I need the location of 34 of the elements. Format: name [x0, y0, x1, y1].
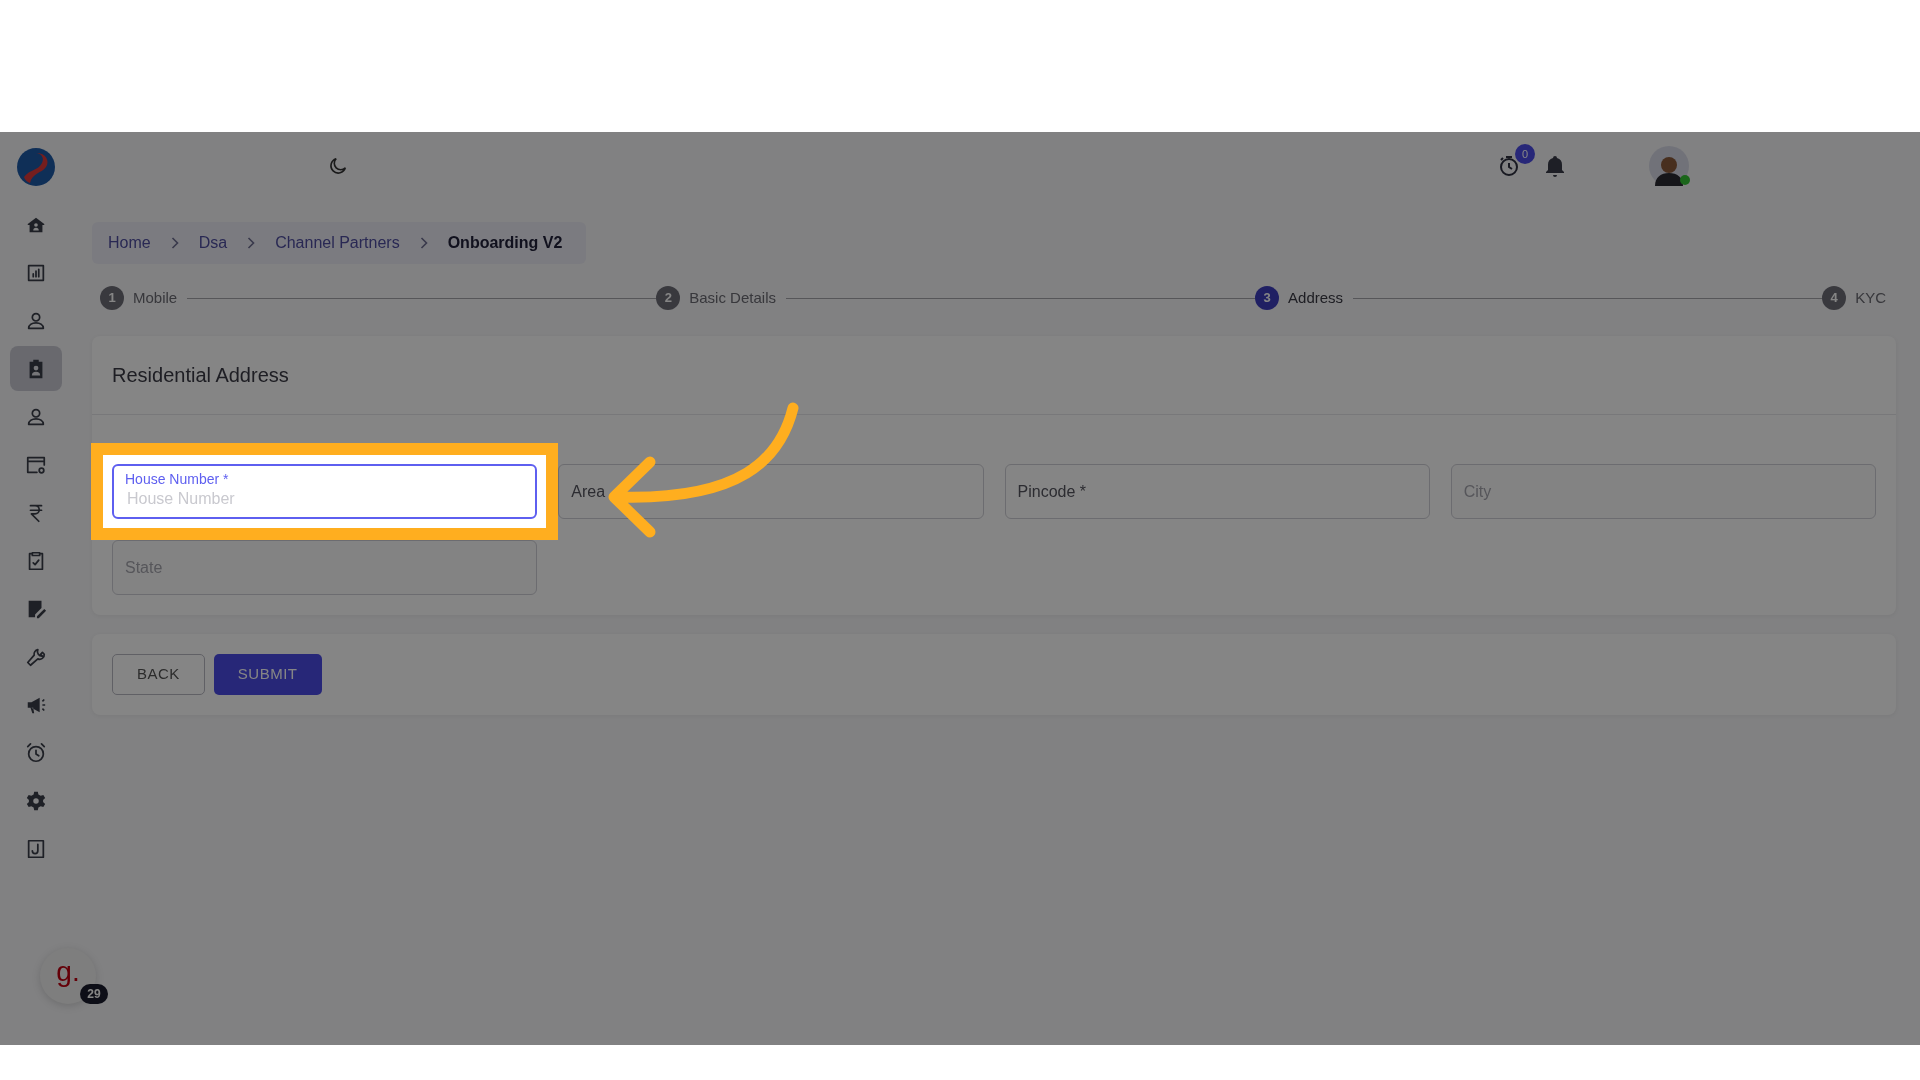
user-silhouette-icon: [1654, 154, 1684, 186]
stopwatch-icon: [1497, 154, 1521, 178]
moon-icon[interactable]: [327, 155, 349, 177]
step-label: KYC: [1855, 287, 1886, 308]
back-button[interactable]: BACK: [112, 654, 205, 695]
step-label: Mobile: [133, 287, 178, 308]
timer-button[interactable]: [1497, 154, 1521, 178]
breadcrumb-link[interactable]: Home: [108, 231, 151, 255]
step-number: 4: [1822, 286, 1847, 310]
gear-icon: [25, 789, 47, 812]
section-title: Residential Address: [112, 363, 289, 387]
step-number: 3: [1255, 286, 1280, 310]
field-label: Pincode *: [1017, 482, 1086, 502]
alarm-clock-icon: [25, 741, 47, 764]
chevron-right-icon: [247, 237, 256, 249]
field-label: House Number *: [125, 470, 229, 489]
submit-button[interactable]: SUBMIT: [213, 654, 322, 695]
count-badge: 29: [80, 984, 108, 1004]
breadcrumb-link[interactable]: Dsa: [198, 231, 228, 255]
sidebar-item[interactable]: [10, 346, 62, 391]
logo-icon: [16, 147, 56, 187]
step-number: 1: [100, 286, 124, 310]
avatar[interactable]: [1649, 146, 1689, 186]
chevron-right-icon: [170, 237, 179, 249]
bell-icon[interactable]: [1543, 154, 1567, 178]
chevron-right-icon: [419, 237, 428, 249]
step-label: Basic Details: [689, 287, 776, 308]
breadcrumb-current: Onboarding V2: [447, 233, 563, 253]
step-label: Address: [1288, 287, 1344, 308]
count-badge: 0: [1515, 144, 1535, 164]
breadcrumb-link[interactable]: Channel Partners: [275, 231, 400, 255]
j-box-icon: [25, 837, 47, 860]
step-number: 2: [656, 286, 681, 310]
field-label: Area: [571, 482, 606, 502]
